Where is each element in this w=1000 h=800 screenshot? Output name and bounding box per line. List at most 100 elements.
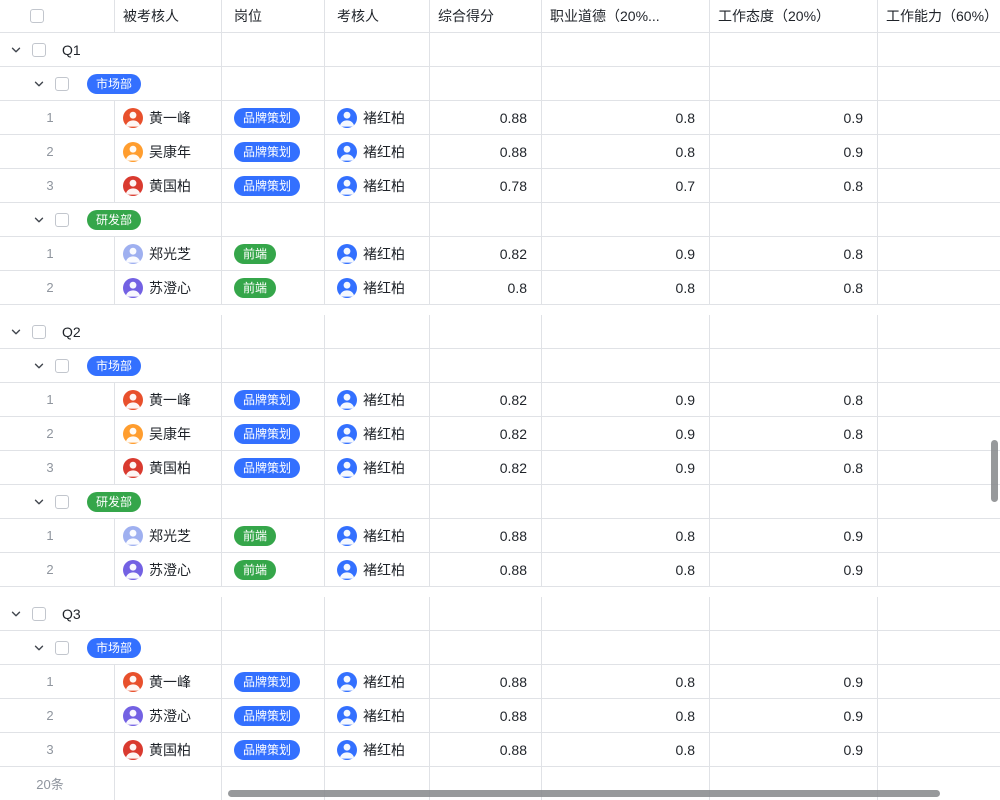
assessor-cell[interactable]: 褚红柏 bbox=[325, 553, 430, 586]
score-cell[interactable]: 0.82 bbox=[430, 451, 542, 484]
score-cell[interactable]: 0.88 bbox=[430, 135, 542, 168]
ethics-cell[interactable]: 0.8 bbox=[542, 699, 710, 732]
attitude-cell[interactable]: 0.8 bbox=[710, 271, 878, 304]
column-header-assessor[interactable]: 考核人 bbox=[325, 0, 430, 32]
ability-cell[interactable] bbox=[878, 733, 1000, 766]
score-cell[interactable]: 0.82 bbox=[430, 237, 542, 270]
attitude-cell[interactable]: 0.9 bbox=[710, 101, 878, 134]
chevron-down-icon[interactable] bbox=[33, 214, 45, 226]
assessor-cell[interactable]: 褚红柏 bbox=[325, 383, 430, 416]
attitude-cell[interactable]: 0.9 bbox=[710, 135, 878, 168]
ethics-cell[interactable]: 0.8 bbox=[542, 519, 710, 552]
position-cell[interactable]: 前端 bbox=[222, 271, 325, 304]
position-cell[interactable]: 前端 bbox=[222, 553, 325, 586]
ability-cell[interactable] bbox=[878, 451, 1000, 484]
person-cell[interactable]: 吴康年 bbox=[115, 417, 222, 450]
assessor-cell[interactable]: 褚红柏 bbox=[325, 417, 430, 450]
chevron-down-icon[interactable] bbox=[33, 642, 45, 654]
person-cell[interactable]: 黄国柏 bbox=[115, 733, 222, 766]
assessor-cell[interactable]: 褚红柏 bbox=[325, 271, 430, 304]
assessor-cell[interactable]: 褚红柏 bbox=[325, 237, 430, 270]
ability-cell[interactable] bbox=[878, 417, 1000, 450]
subgroup-checkbox[interactable] bbox=[55, 77, 69, 91]
table-row[interactable]: 2苏澄心前端褚红柏0.880.80.9 bbox=[0, 553, 1000, 587]
assessor-cell[interactable]: 褚红柏 bbox=[325, 733, 430, 766]
assessor-cell[interactable]: 褚红柏 bbox=[325, 169, 430, 202]
group-header-cell[interactable]: Q3 bbox=[0, 597, 222, 630]
group-checkbox[interactable] bbox=[32, 43, 46, 57]
group-header-cell[interactable]: Q1 bbox=[0, 33, 222, 66]
chevron-down-icon[interactable] bbox=[10, 44, 22, 56]
ethics-cell[interactable]: 0.8 bbox=[542, 553, 710, 586]
select-all-cell[interactable] bbox=[0, 0, 115, 32]
subgroup-header-cell[interactable]: 研发部 bbox=[0, 485, 222, 518]
subgroup-header-cell[interactable]: 市场部 bbox=[0, 67, 222, 100]
chevron-down-icon[interactable] bbox=[33, 78, 45, 90]
score-cell[interactable]: 0.8 bbox=[430, 271, 542, 304]
attitude-cell[interactable]: 0.8 bbox=[710, 451, 878, 484]
position-cell[interactable]: 品牌策划 bbox=[222, 699, 325, 732]
ability-cell[interactable] bbox=[878, 135, 1000, 168]
vertical-scrollbar-thumb[interactable] bbox=[991, 440, 998, 502]
score-cell[interactable]: 0.88 bbox=[430, 101, 542, 134]
ability-cell[interactable] bbox=[878, 699, 1000, 732]
score-cell[interactable]: 0.88 bbox=[430, 699, 542, 732]
ethics-cell[interactable]: 0.9 bbox=[542, 417, 710, 450]
ability-cell[interactable] bbox=[878, 553, 1000, 586]
table-row[interactable]: 1黄一峰品牌策划褚红柏0.880.80.9 bbox=[0, 665, 1000, 699]
table-row[interactable]: 1黄一峰品牌策划褚红柏0.820.90.8 bbox=[0, 383, 1000, 417]
group-checkbox[interactable] bbox=[32, 325, 46, 339]
attitude-cell[interactable]: 0.9 bbox=[710, 699, 878, 732]
chevron-down-icon[interactable] bbox=[10, 326, 22, 338]
position-cell[interactable]: 品牌策划 bbox=[222, 135, 325, 168]
attitude-cell[interactable]: 0.8 bbox=[710, 237, 878, 270]
table-row[interactable]: 2苏澄心前端褚红柏0.80.80.8 bbox=[0, 271, 1000, 305]
column-header-score[interactable]: 综合得分 bbox=[430, 0, 542, 32]
table-row[interactable]: 3黄国柏品牌策划褚红柏0.820.90.8 bbox=[0, 451, 1000, 485]
position-cell[interactable]: 品牌策划 bbox=[222, 169, 325, 202]
ethics-cell[interactable]: 0.8 bbox=[542, 101, 710, 134]
position-cell[interactable]: 前端 bbox=[222, 519, 325, 552]
person-cell[interactable]: 黄一峰 bbox=[115, 383, 222, 416]
table-row[interactable]: 1郑光芝前端褚红柏0.820.90.8 bbox=[0, 237, 1000, 271]
score-cell[interactable]: 0.88 bbox=[430, 665, 542, 698]
assessor-cell[interactable]: 褚红柏 bbox=[325, 451, 430, 484]
assessor-cell[interactable]: 褚红柏 bbox=[325, 699, 430, 732]
subgroup-header-cell[interactable]: 市场部 bbox=[0, 349, 222, 382]
attitude-cell[interactable]: 0.8 bbox=[710, 383, 878, 416]
ability-cell[interactable] bbox=[878, 101, 1000, 134]
position-cell[interactable]: 品牌策划 bbox=[222, 383, 325, 416]
subgroup-checkbox[interactable] bbox=[55, 359, 69, 373]
table-row[interactable]: 2苏澄心品牌策划褚红柏0.880.80.9 bbox=[0, 699, 1000, 733]
assessor-cell[interactable]: 褚红柏 bbox=[325, 101, 430, 134]
score-cell[interactable]: 0.88 bbox=[430, 519, 542, 552]
score-cell[interactable]: 0.88 bbox=[430, 733, 542, 766]
attitude-cell[interactable]: 0.9 bbox=[710, 553, 878, 586]
score-cell[interactable]: 0.82 bbox=[430, 383, 542, 416]
group-header-cell[interactable]: Q2 bbox=[0, 315, 222, 348]
column-header-ethics[interactable]: 职业道德（20%... bbox=[542, 0, 710, 32]
assessor-cell[interactable]: 褚红柏 bbox=[325, 519, 430, 552]
table-row[interactable]: 3黄国柏品牌策划褚红柏0.780.70.8 bbox=[0, 169, 1000, 203]
person-cell[interactable]: 黄国柏 bbox=[115, 169, 222, 202]
horizontal-scrollbar-thumb[interactable] bbox=[228, 790, 940, 797]
column-header-attitude[interactable]: 工作态度（20%） bbox=[710, 0, 878, 32]
person-cell[interactable]: 苏澄心 bbox=[115, 553, 222, 586]
subgroup-header-cell[interactable]: 市场部 bbox=[0, 631, 222, 664]
ability-cell[interactable] bbox=[878, 169, 1000, 202]
ability-cell[interactable] bbox=[878, 665, 1000, 698]
score-cell[interactable]: 0.88 bbox=[430, 553, 542, 586]
position-cell[interactable]: 品牌策划 bbox=[222, 451, 325, 484]
chevron-down-icon[interactable] bbox=[10, 608, 22, 620]
select-all-checkbox[interactable] bbox=[30, 9, 44, 23]
attitude-cell[interactable]: 0.9 bbox=[710, 665, 878, 698]
position-cell[interactable]: 品牌策划 bbox=[222, 733, 325, 766]
subgroup-checkbox[interactable] bbox=[55, 495, 69, 509]
ability-cell[interactable] bbox=[878, 237, 1000, 270]
ethics-cell[interactable]: 0.8 bbox=[542, 135, 710, 168]
position-cell[interactable]: 品牌策划 bbox=[222, 101, 325, 134]
ethics-cell[interactable]: 0.8 bbox=[542, 733, 710, 766]
person-cell[interactable]: 黄一峰 bbox=[115, 665, 222, 698]
person-cell[interactable]: 黄一峰 bbox=[115, 101, 222, 134]
column-header-person[interactable]: 被考核人 bbox=[115, 0, 222, 32]
